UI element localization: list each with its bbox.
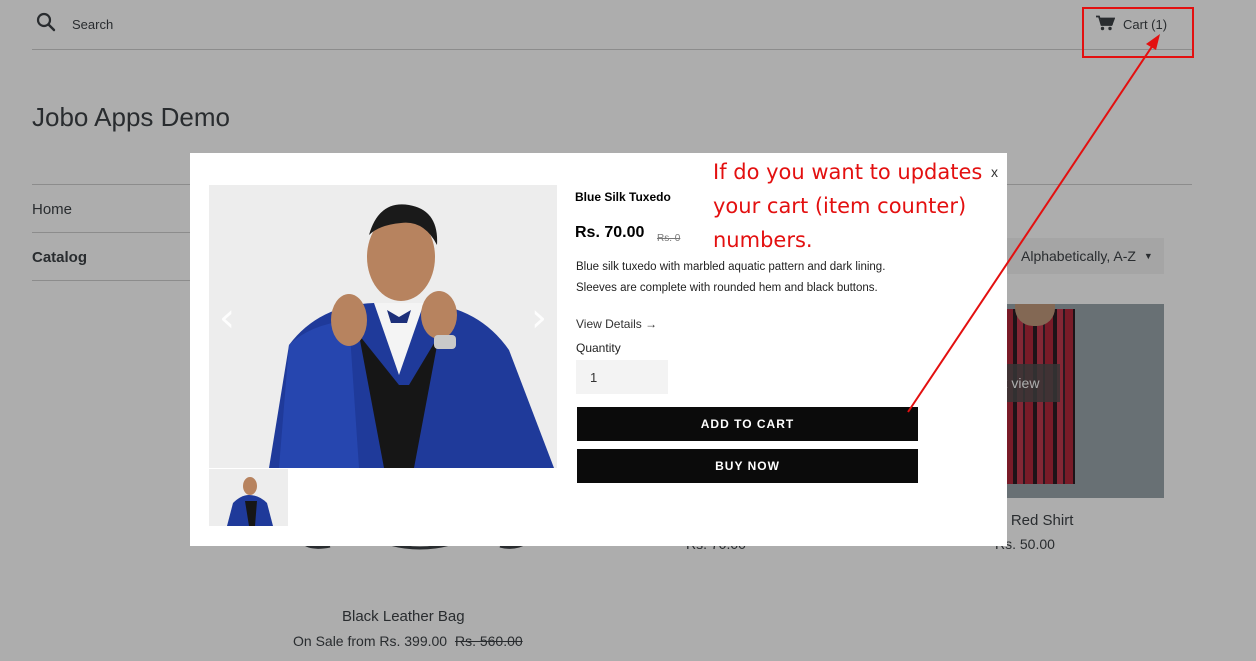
thumbnail-illustration: [209, 469, 288, 526]
buy-now-button[interactable]: BUY NOW: [577, 449, 918, 483]
product-thumbnail[interactable]: [209, 469, 288, 526]
description-line: Blue silk tuxedo with marbled aquatic pa…: [576, 261, 886, 273]
modal-compare-price: Rs. 0: [657, 233, 681, 244]
description-line: Sleeves are complete with rounded hem an…: [576, 282, 878, 294]
chevron-left-icon[interactable]: ‹: [219, 295, 235, 341]
quantity-input[interactable]: [576, 360, 668, 394]
cart-highlight-box: [1082, 7, 1194, 58]
annotation-line: numbers.: [713, 228, 813, 252]
annotation-line: your cart (item counter): [713, 194, 967, 218]
chevron-right-icon[interactable]: ›: [531, 295, 547, 341]
product-main-image: ‹ ›: [209, 185, 557, 468]
tuxedo-model-illustration: [209, 185, 557, 468]
modal-product-title: Blue Silk Tuxedo: [575, 190, 671, 204]
add-to-cart-button[interactable]: ADD TO CART: [577, 407, 918, 441]
modal-product-description: Blue silk tuxedo with marbled aquatic pa…: [576, 257, 936, 299]
quantity-label: Quantity: [576, 341, 621, 355]
annotation-text: If do you want to updates your cart (ite…: [713, 155, 993, 257]
annotation-line: If do you want to updates: [713, 160, 983, 184]
modal-product-price: Rs. 70.00: [575, 224, 645, 241]
view-details-link[interactable]: View Details →: [576, 317, 657, 331]
